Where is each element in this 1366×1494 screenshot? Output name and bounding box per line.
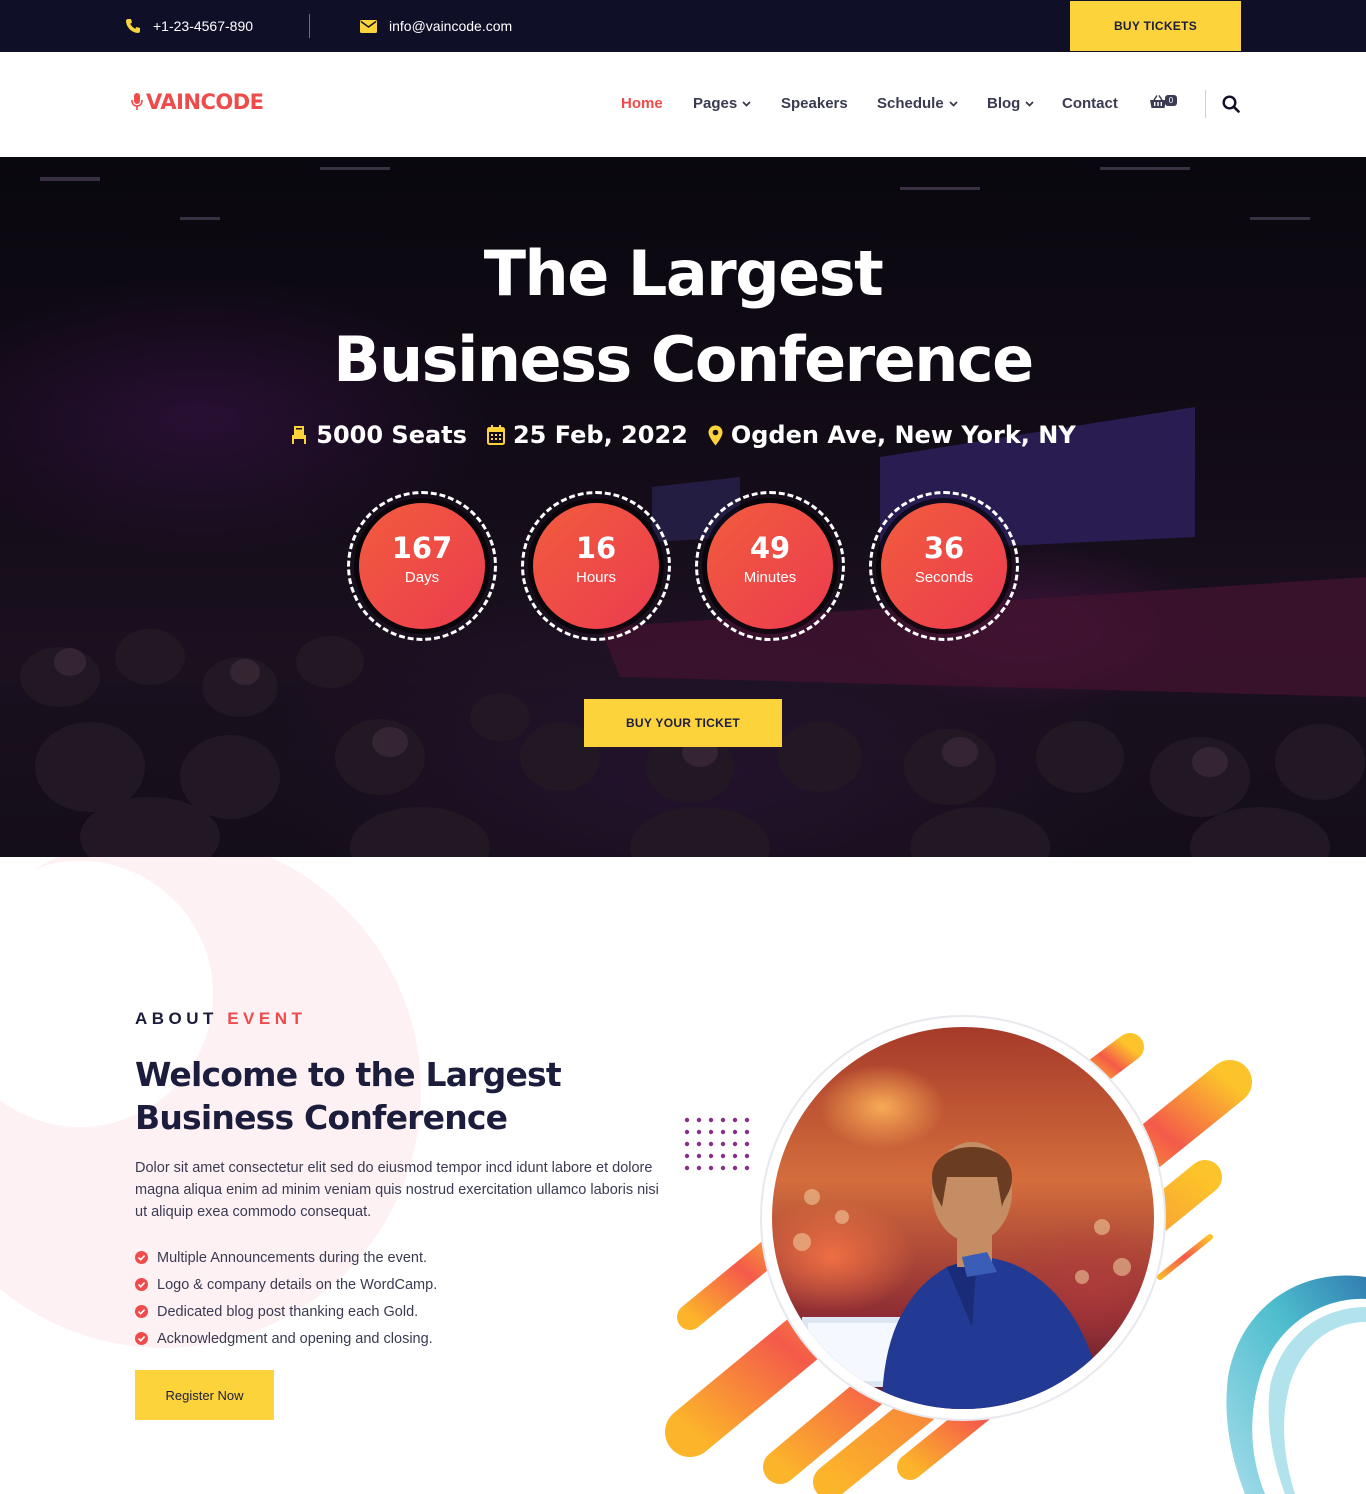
buy-tickets-button[interactable]: BUY TICKETS xyxy=(1070,1,1241,51)
speaker-illustration xyxy=(793,1142,1131,1409)
hero-title-line1: The Largest xyxy=(483,237,884,310)
nav-contact[interactable]: Contact xyxy=(1062,95,1118,112)
feature-text: Acknowledgment and opening and closing. xyxy=(157,1330,433,1347)
nav-contact-label: Contact xyxy=(1062,95,1118,112)
chevron-down-icon xyxy=(1025,100,1034,107)
nav-blog[interactable]: Blog xyxy=(987,95,1034,112)
location-text: Ogden Ave, New York, NY xyxy=(730,421,1076,449)
feature-text: Multiple Announcements during the event. xyxy=(157,1249,428,1266)
chevron-down-icon xyxy=(742,100,751,107)
hero-section: The Largest Business Conference 5000 Sea… xyxy=(0,157,1366,857)
phone-icon xyxy=(126,19,140,33)
nav-home-label: Home xyxy=(621,95,663,112)
feature-list: Multiple Announcements during the event.… xyxy=(135,1244,437,1352)
list-item: Multiple Announcements during the event. xyxy=(135,1244,437,1271)
meta-date: 25 Feb, 2022 xyxy=(486,421,688,449)
meta-location: Ogden Ave, New York, NY xyxy=(708,421,1076,449)
seats-text: 5000 Seats xyxy=(316,421,467,449)
speaker-photo xyxy=(772,1027,1154,1409)
date-text: 25 Feb, 2022 xyxy=(512,421,688,449)
phone-number: +1-23-4567-890 xyxy=(153,18,254,34)
calendar-icon xyxy=(486,425,505,445)
about-subtitle-a: ABOUT xyxy=(135,1009,218,1028)
nav-blog-label: Blog xyxy=(987,95,1021,112)
countdown-disc xyxy=(533,503,659,629)
countdown-seconds-value: 36 xyxy=(923,531,965,565)
top-bar: +1-23-4567-890 info@vaincode.com BUY TIC… xyxy=(0,0,1366,52)
decorative-dots xyxy=(684,1117,750,1171)
topbar-phone[interactable]: +1-23-4567-890 xyxy=(125,0,253,52)
nav-schedule-label: Schedule xyxy=(877,95,944,112)
check-circle-icon xyxy=(135,1332,148,1345)
cart-count-badge: 0 xyxy=(1165,95,1177,106)
envelope-icon xyxy=(360,19,377,33)
countdown-minutes-label: Minutes xyxy=(743,569,797,586)
basket-icon xyxy=(1150,95,1166,108)
countdown-days: 167 Days xyxy=(347,491,497,641)
countdown-seconds: 36 Seconds xyxy=(869,491,1019,641)
hero-title-line2: Business Conference xyxy=(333,323,1034,396)
email-address: info@vaincode.com xyxy=(389,18,513,34)
feature-text: Dedicated blog post thanking each Gold. xyxy=(157,1303,419,1320)
countdown-disc xyxy=(707,503,833,629)
countdown-hours-label: Hours xyxy=(575,569,616,586)
nav-pages[interactable]: Pages xyxy=(693,95,751,112)
check-circle-icon xyxy=(135,1251,148,1264)
countdown-disc xyxy=(359,503,485,629)
cart-button[interactable] xyxy=(1150,95,1166,114)
topbar-divider xyxy=(309,14,310,38)
about-title: Welcome to the Largest Business Conferen… xyxy=(135,1055,562,1137)
map-pin-icon xyxy=(708,425,723,445)
nav-home[interactable]: Home xyxy=(621,95,663,112)
meta-seats: 5000 Seats xyxy=(290,421,467,449)
nav-schedule[interactable]: Schedule xyxy=(877,95,958,112)
chair-icon xyxy=(292,426,307,444)
main-navbar: VAINCODE Home Pages Speakers Schedule Bl… xyxy=(0,52,1366,157)
feature-text: Logo & company details on the WordCamp. xyxy=(157,1276,438,1293)
countdown-disc xyxy=(881,503,1007,629)
event-meta: 5000 Seats 25 Feb, 2022 Ogden Ave, New Y… xyxy=(0,421,1366,449)
nav-menu: Home Pages Speakers Schedule Blog Contac… xyxy=(0,52,1366,157)
check-circle-icon xyxy=(135,1305,148,1318)
decorative-swirl xyxy=(1226,1275,1366,1494)
topbar-email[interactable]: info@vaincode.com xyxy=(360,0,512,52)
search-button[interactable] xyxy=(1222,95,1240,118)
countdown-minutes-value: 49 xyxy=(749,531,791,565)
about-subtitle: ABOUT EVENT xyxy=(135,1009,306,1029)
nav-speakers[interactable]: Speakers xyxy=(781,95,848,112)
countdown-hours-value: 16 xyxy=(575,531,617,565)
about-description: Dolor sit amet consectetur elit sed do e… xyxy=(135,1160,659,1220)
buy-your-ticket-button[interactable]: BUY YOUR TICKET xyxy=(584,699,782,747)
list-item: Logo & company details on the WordCamp. xyxy=(135,1271,437,1298)
countdown-seconds-label: Seconds xyxy=(914,569,974,586)
about-subtitle-b: EVENT xyxy=(227,1009,307,1028)
nav-speakers-label: Speakers xyxy=(781,95,848,112)
nav-pages-label: Pages xyxy=(693,95,738,112)
countdown-days-label: Days xyxy=(404,569,440,586)
list-item: Dedicated blog post thanking each Gold. xyxy=(135,1298,437,1325)
countdown-minutes: 49 Minutes xyxy=(695,491,845,641)
countdown-days-value: 167 xyxy=(391,531,453,565)
nav-divider xyxy=(1205,90,1206,118)
register-now-button[interactable]: Register Now xyxy=(135,1370,274,1420)
check-circle-icon xyxy=(135,1278,148,1291)
list-item: Acknowledgment and opening and closing. xyxy=(135,1325,437,1352)
chevron-down-icon xyxy=(949,100,958,107)
search-icon xyxy=(1222,95,1240,113)
about-section: ABOUT EVENT Welcome to the Largest Busin… xyxy=(0,857,1366,1494)
countdown-hours: 16 Hours xyxy=(521,491,671,641)
